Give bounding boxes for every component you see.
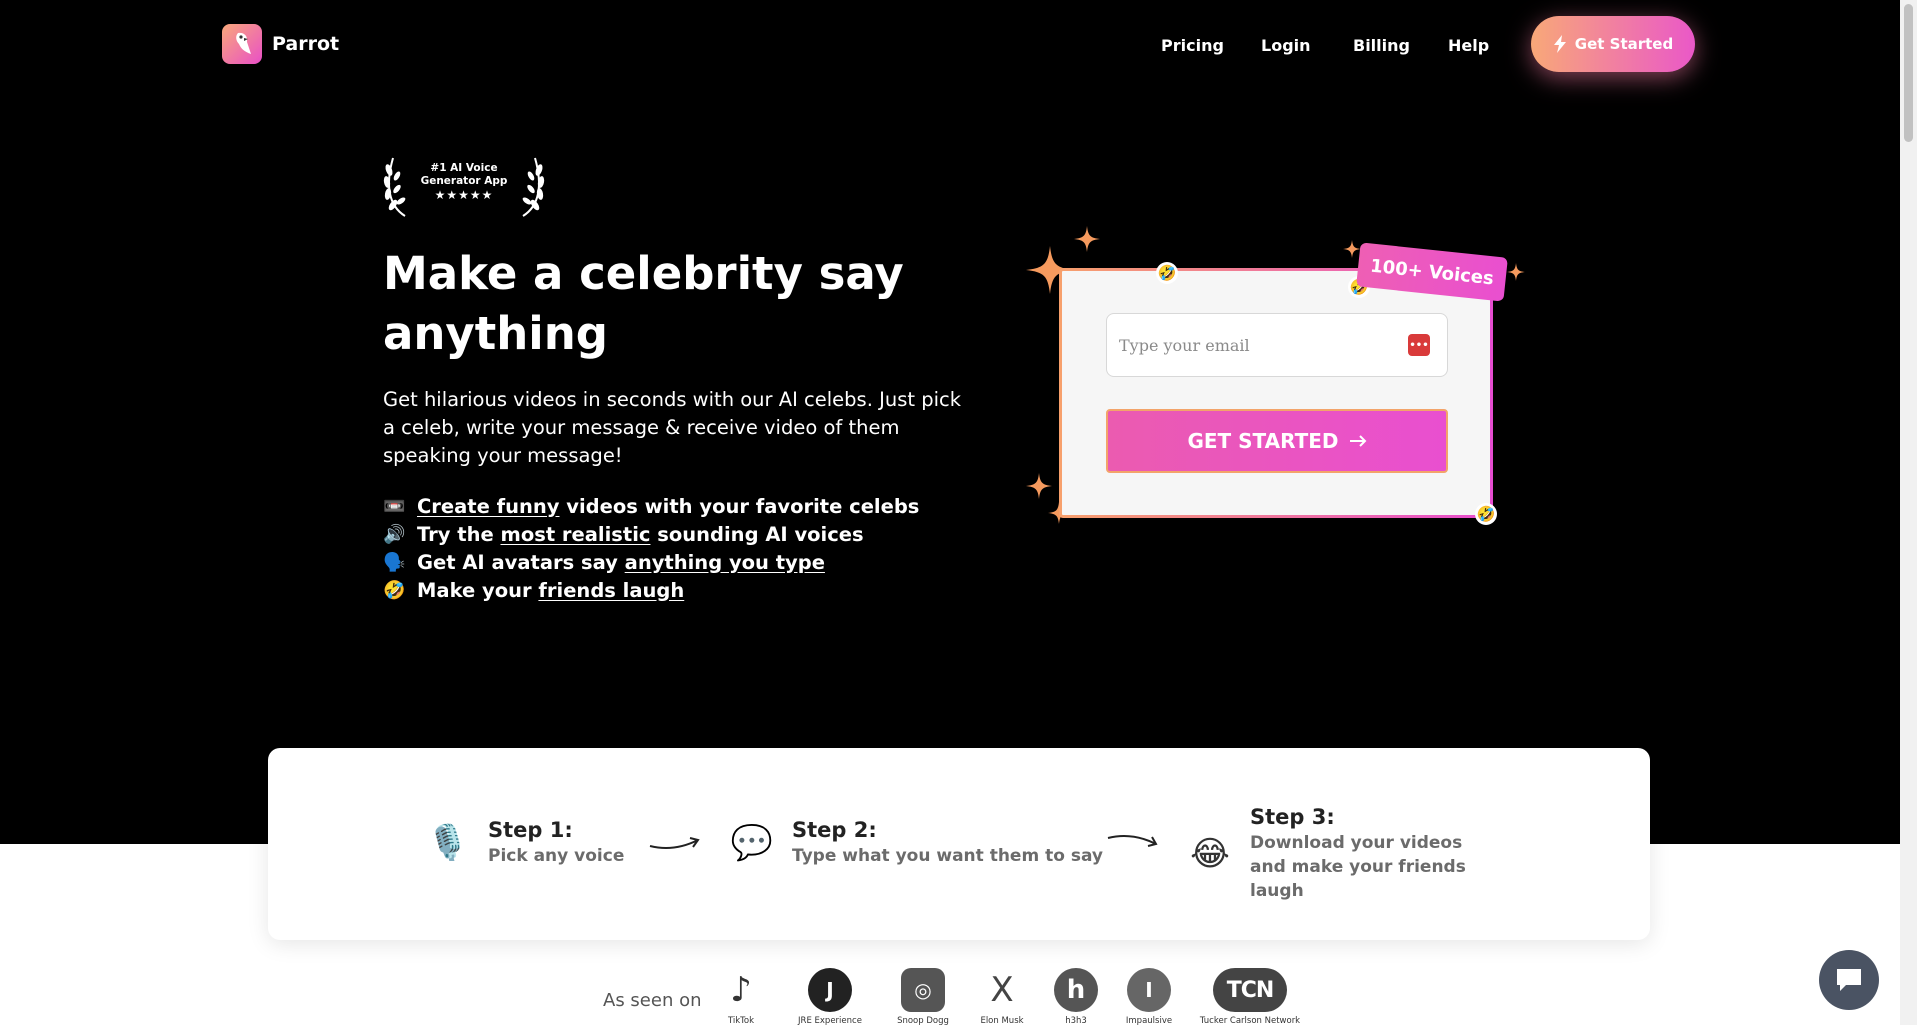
page-scrollbar[interactable] (1900, 0, 1917, 1025)
feature-link[interactable]: most realistic (501, 523, 651, 546)
step-desc: Pick any voice (488, 846, 625, 866)
feature-text: sounding AI voices (650, 522, 864, 546)
tiktok-icon: ♪ (730, 970, 752, 1010)
brand-logo[interactable]: Parrot (222, 24, 339, 64)
badge-line-1: #1 AI Voice (430, 162, 498, 174)
emoji-icon: 🤣 (1156, 262, 1178, 284)
password-manager-icon[interactable]: ••• (1408, 334, 1430, 356)
brand-name: Parrot (272, 33, 340, 55)
parrot-icon (222, 24, 262, 64)
press-logo-caption: Tucker Carlson Network (1199, 1016, 1301, 1025)
hero-subtitle: Get hilarious videos in seconds with our… (383, 388, 962, 467)
press-logo-impaulsive: I Impaulsive (1094, 968, 1204, 1025)
h3h3-icon: h (1054, 968, 1098, 1012)
step-title: Step 2: (792, 818, 877, 842)
press-logo-caption: Elon Musk (980, 1016, 1024, 1025)
scrollbar-thumb[interactable] (1904, 4, 1913, 142)
feature-item: 📼 Create funny videos with your favorite… (383, 492, 919, 520)
chat-widget-button[interactable] (1819, 950, 1879, 1010)
nav-billing[interactable]: Billing (1353, 36, 1410, 55)
speaker-icon: 🔊 (383, 523, 406, 545)
get-started-button[interactable]: Get Started (1531, 16, 1695, 72)
x-icon: X (990, 970, 1014, 1010)
feature-link[interactable]: Create funny (417, 495, 560, 518)
step-title: Step 1: (488, 818, 573, 842)
feature-item: 🤣 Make your friends laugh (383, 576, 919, 604)
feature-item: 🔊 Try the most realistic sounding AI voi… (383, 520, 919, 548)
speech-bubble-icon: 💬 (730, 823, 774, 863)
nav-pricing[interactable]: Pricing (1161, 36, 1224, 55)
lightning-icon (1553, 35, 1566, 53)
page-title: Make a celebrity say anything (383, 247, 904, 360)
jre-icon: J (808, 968, 852, 1012)
step-2: 💬 Step 2: Type what you want them to say (722, 818, 1103, 868)
laurel-left-icon (383, 157, 406, 217)
submit-label: GET STARTED (1187, 429, 1339, 453)
feature-link[interactable]: anything you type (625, 551, 825, 574)
microphone-icon: 🎙️ (426, 823, 470, 863)
press-logo-caption: h3h3 (1065, 1016, 1087, 1025)
impaulsive-icon: I (1127, 968, 1171, 1012)
feature-item: 🗣️ Get AI avatars say anything you type (383, 548, 919, 576)
step-title: Step 3: (1250, 805, 1335, 829)
feature-text: Try the (417, 522, 501, 546)
feature-text: Get AI avatars say (417, 550, 625, 574)
hero-section: Parrot Pricing Login Billing Help Get St… (0, 0, 1900, 844)
press-logo-caption: JRE Experience (798, 1016, 862, 1025)
nav-login[interactable]: Login (1261, 36, 1311, 55)
rofl-icon: 🤣 (383, 579, 406, 601)
instagram-icon: ◎ (901, 968, 945, 1012)
rating-stars: ★★★★★ (434, 188, 494, 202)
step-1: 🎙️ Step 1: Pick any voice (418, 818, 625, 868)
tcn-icon: TCN (1213, 968, 1287, 1012)
email-input[interactable] (1106, 313, 1448, 377)
feature-link[interactable]: friends laugh (538, 579, 684, 602)
feature-text: videos with your favorite celebs (559, 494, 920, 518)
speaking-head-icon: 🗣️ (383, 551, 406, 573)
step-desc: Download your videos and make your frien… (1250, 833, 1466, 901)
press-logo-caption: TikTok (727, 1016, 755, 1025)
signup-card: ••• GET STARTED (1059, 268, 1493, 518)
badge-line-2: Generator App (420, 175, 508, 187)
badge-text: #1 AI Voice Generator App ★★★★★ (411, 162, 517, 202)
sparkle-icon (1074, 226, 1100, 252)
step-desc: Type what you want them to say (792, 846, 1103, 866)
get-started-label: Get Started (1574, 35, 1674, 53)
chat-icon (1837, 969, 1861, 991)
press-logo-caption: Snoop Dogg (897, 1016, 949, 1025)
press-logo-caption: Impaulsive (1125, 1016, 1173, 1025)
laurel-right-icon (522, 157, 545, 217)
sparkle-icon (1507, 263, 1525, 281)
nav-help[interactable]: Help (1448, 36, 1489, 55)
get-started-submit-button[interactable]: GET STARTED (1106, 409, 1448, 473)
press-logo-tcn: TCN Tucker Carlson Network (1195, 968, 1305, 1025)
videotape-icon: 📼 (383, 495, 406, 517)
sparkle-icon (1026, 473, 1052, 499)
steps-panel: 🎙️ Step 1: Pick any voice 💬 Step 2: Type… (268, 748, 1650, 940)
feature-text: Make your (417, 578, 539, 602)
arrow-icon (649, 837, 700, 849)
arrow-icon (1107, 835, 1158, 847)
arrow-right-icon (1349, 435, 1366, 447)
award-badge: #1 AI Voice Generator App ★★★★★ (383, 152, 545, 218)
laughing-face-icon: 😂 (1190, 834, 1230, 874)
emoji-icon: 🤣 (1475, 503, 1497, 525)
step-3: 😂 Step 3: Download your videos and make … (1180, 805, 1490, 903)
feature-list: 📼 Create funny videos with your favorite… (383, 492, 919, 604)
